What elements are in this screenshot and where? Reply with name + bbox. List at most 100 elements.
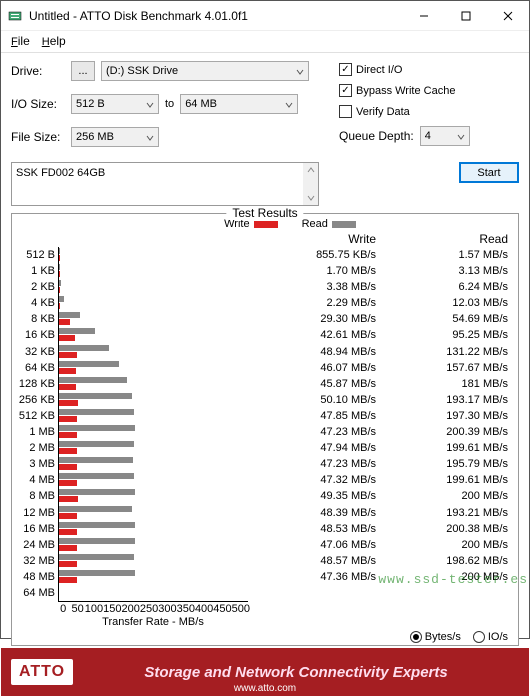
- queue-select[interactable]: 4: [420, 126, 470, 146]
- bar-row: [59, 440, 248, 456]
- write-bar: [59, 287, 60, 293]
- filesize-label: File Size:: [11, 130, 65, 144]
- read-bar: [59, 457, 133, 463]
- read-bar: [59, 296, 64, 302]
- read-value: 195.79 MB/s: [380, 456, 508, 472]
- x-tick: 50: [70, 603, 84, 615]
- results-panel: Test Results Write Read Write Read 512 B…: [11, 213, 519, 646]
- chevron-down-icon: [296, 67, 304, 75]
- bar-row: [59, 376, 248, 392]
- bar-row: [59, 585, 248, 601]
- tagline: Storage and Network Connectivity Experts: [73, 664, 519, 681]
- close-button[interactable]: [487, 1, 529, 30]
- read-bar: [59, 377, 127, 383]
- read-bar: [59, 345, 109, 351]
- read-bar: [59, 570, 135, 576]
- read-value: 198.62 MB/s: [380, 553, 508, 569]
- read-value: 200.39 MB/s: [380, 424, 508, 440]
- x-tick: 300: [158, 603, 176, 615]
- chevron-down-icon: [146, 100, 154, 108]
- window-title: Untitled - ATTO Disk Benchmark 4.01.0f1: [29, 9, 403, 23]
- read-bar: [59, 506, 132, 512]
- filesize-select[interactable]: 256 MB: [71, 127, 159, 147]
- menu-file[interactable]: File: [5, 32, 36, 50]
- write-bar: [59, 464, 77, 470]
- write-value: 2.29 MB/s: [248, 295, 376, 311]
- bar-row: [59, 360, 248, 376]
- write-bar: [59, 319, 70, 325]
- write-bar: [59, 448, 77, 454]
- read-value: 6.24 MB/s: [380, 279, 508, 295]
- read-value: 199.61 MB/s: [380, 440, 508, 456]
- write-value: 49.35 MB/s: [248, 488, 376, 504]
- start-button[interactable]: Start: [459, 162, 519, 183]
- y-tick: 4 MB: [18, 472, 55, 488]
- drive-select[interactable]: (D:) SSK Drive: [101, 61, 309, 81]
- x-axis-label: Transfer Rate - MB/s: [58, 616, 248, 628]
- write-bar: [59, 561, 77, 567]
- bar-row: [59, 553, 248, 569]
- queue-label: Queue Depth:: [339, 129, 414, 143]
- read-value: 200 MB/s: [380, 569, 508, 585]
- write-value: 48.57 MB/s: [248, 553, 376, 569]
- read-value: 197.30 MB/s: [380, 408, 508, 424]
- read-value: 200 MB/s: [380, 537, 508, 553]
- read-value: 95.25 MB/s: [380, 327, 508, 343]
- write-value: 48.94 MB/s: [248, 344, 376, 360]
- bar-chart: [58, 247, 248, 602]
- read-value: 200.38 MB/s: [380, 521, 508, 537]
- write-value: 47.23 MB/s: [248, 456, 376, 472]
- y-tick: 512 KB: [18, 408, 55, 424]
- brand-logo: ATTO: [11, 659, 73, 685]
- site-url: www.atto.com: [234, 683, 296, 694]
- write-bar: [59, 513, 77, 519]
- bar-row: [59, 408, 248, 424]
- write-value: 855.75 KB/s: [248, 247, 376, 263]
- y-tick: 16 KB: [18, 327, 55, 343]
- x-tick: 500: [232, 603, 250, 615]
- results-title: Test Results: [226, 206, 303, 220]
- bar-row: [59, 263, 248, 279]
- direct-io-checkbox[interactable]: Direct I/O: [339, 63, 402, 76]
- to-label: to: [165, 98, 174, 110]
- read-bar: [59, 554, 134, 560]
- y-tick: 512 B: [18, 247, 55, 263]
- maximize-button[interactable]: [445, 1, 487, 30]
- io-from-select[interactable]: 512 B: [71, 94, 159, 114]
- read-bar: [59, 409, 134, 415]
- read-bar: [59, 522, 135, 528]
- write-bar: [59, 496, 78, 502]
- bytes-radio[interactable]: Bytes/s: [410, 631, 461, 643]
- x-tick: 400: [195, 603, 213, 615]
- y-tick: 8 MB: [18, 488, 55, 504]
- y-tick: 128 KB: [18, 376, 55, 392]
- read-value: 157.67 MB/s: [380, 360, 508, 376]
- bar-row: [59, 569, 248, 585]
- write-value: 47.85 MB/s: [248, 408, 376, 424]
- ios-radio[interactable]: IO/s: [473, 631, 508, 643]
- write-bar: [59, 303, 60, 309]
- drive-browse-button[interactable]: ...: [71, 61, 95, 81]
- io-to-select[interactable]: 64 MB: [180, 94, 298, 114]
- footer-banner: ATTO Storage and Network Connectivity Ex…: [1, 648, 529, 696]
- bypass-checkbox[interactable]: Bypass Write Cache: [339, 84, 455, 97]
- verify-checkbox[interactable]: Verify Data: [339, 105, 410, 118]
- x-tick: 350: [177, 603, 195, 615]
- read-bar: [59, 425, 135, 431]
- write-value: 48.39 MB/s: [248, 505, 376, 521]
- menu-help[interactable]: Help: [36, 32, 72, 50]
- bar-row: [59, 456, 248, 472]
- y-tick: 8 KB: [18, 311, 55, 327]
- write-value: 45.87 MB/s: [248, 376, 376, 392]
- scroll-up[interactable]: [303, 163, 318, 177]
- read-bar: [59, 473, 134, 479]
- read-value: 3.13 MB/s: [380, 263, 508, 279]
- read-bar: [59, 328, 95, 334]
- chevron-down-icon: [457, 132, 465, 140]
- y-tick: 48 MB: [18, 569, 55, 585]
- col-read: Read: [380, 232, 512, 246]
- description-text[interactable]: SSK FD002 64GB: [11, 162, 319, 206]
- write-bar: [59, 368, 76, 374]
- scroll-down[interactable]: [303, 191, 318, 205]
- minimize-button[interactable]: [403, 1, 445, 30]
